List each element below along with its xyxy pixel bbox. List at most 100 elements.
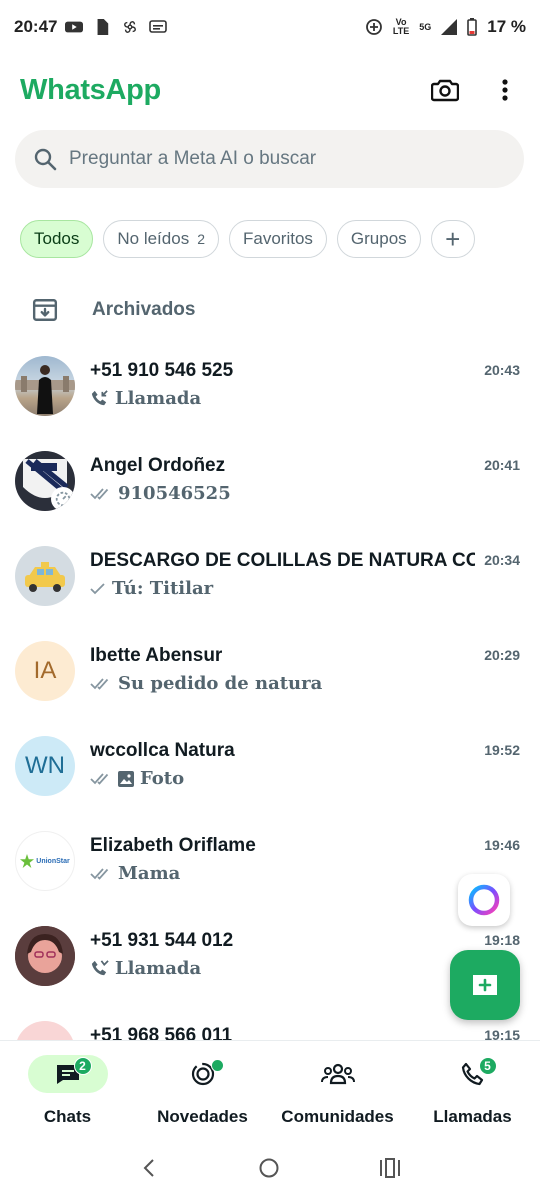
nav-llamadas[interactable]: 5 Llamadas <box>405 1041 540 1135</box>
chat-name: Angel Ordoñez <box>90 455 226 476</box>
home-icon[interactable] <box>258 1157 280 1179</box>
nav-comunidades[interactable]: Comunidades <box>270 1041 405 1135</box>
data-saver-icon <box>365 19 382 35</box>
network-type: Vo LTE <box>392 17 410 36</box>
new-chat-button[interactable] <box>450 950 520 1020</box>
avatar[interactable] <box>15 451 75 511</box>
photo-icon <box>118 770 134 787</box>
add-filter-button[interactable]: + <box>430 220 475 258</box>
chat-preview: Mama <box>90 863 180 884</box>
youtube-icon <box>65 21 84 33</box>
avatar[interactable] <box>15 356 75 416</box>
updates-dot <box>210 1059 224 1072</box>
meta-ai-button[interactable] <box>458 874 510 926</box>
chat-item[interactable]: +51 910 546 525 20:43 Llamada <box>0 356 540 451</box>
recents-icon[interactable] <box>379 1157 401 1178</box>
app-header: WhatsApp <box>0 62 540 118</box>
nav-chats[interactable]: 2 Chats <box>0 1041 135 1135</box>
chat-item[interactable]: IA Ibette Abensur 20:29 Su pedido de nat… <box>0 641 540 736</box>
person-photo-icon <box>15 365 75 414</box>
camera-icon <box>431 79 459 102</box>
avatar[interactable]: IA <box>15 641 75 701</box>
archived-row[interactable]: Archivados <box>0 284 540 336</box>
new-chat-icon <box>473 975 497 995</box>
chat-item[interactable]: Angel Ordoñez 20:41 910546525 <box>0 451 540 546</box>
missed-call-icon <box>91 960 109 976</box>
battery-level: 17 % <box>487 17 526 36</box>
chats-badge: 2 <box>73 1057 92 1075</box>
filter-todos[interactable]: Todos <box>20 220 94 258</box>
chat-item[interactable]: WN wccollca Natura 19:52 Foto <box>0 736 540 831</box>
double-check-icon <box>90 677 109 690</box>
person-photo-icon <box>15 926 75 986</box>
chat-time: 20:43 <box>484 362 520 378</box>
avatar[interactable]: UnionStar <box>15 831 75 891</box>
double-check-icon <box>90 867 109 880</box>
star-logo-icon <box>20 854 35 868</box>
chat-name: Elizabeth Oriflame <box>90 835 256 856</box>
chat-name: +51 910 546 525 <box>90 360 234 381</box>
avatar[interactable] <box>15 546 75 606</box>
chat-item[interactable]: DESCARGO DE COLILLAS DE NATURA CO 20:34 … <box>0 546 540 641</box>
status-time: 20:47 <box>14 17 58 36</box>
nav-label: Novedades <box>157 1107 248 1126</box>
avatar[interactable] <box>15 1021 75 1040</box>
chat-name: +51 968 566 011 <box>90 1025 233 1040</box>
back-icon[interactable] <box>139 1158 159 1178</box>
battery-icon <box>467 18 478 36</box>
single-check-icon <box>90 582 105 594</box>
communities-icon <box>320 1063 355 1085</box>
calls-badge: 5 <box>478 1057 497 1075</box>
archived-label: Archivados <box>92 299 196 320</box>
chat-item[interactable]: +51 968 566 011 19:15 <box>0 1021 540 1040</box>
avatar-initials: WN <box>25 752 65 779</box>
search-bar[interactable]: Preguntar a Meta AI o buscar <box>15 130 524 188</box>
chat-name: DESCARGO DE COLILLAS DE NATURA CO <box>90 550 475 571</box>
avatar[interactable]: WN <box>15 736 75 796</box>
meta-ai-ring-icon <box>468 884 500 916</box>
taxi-icon <box>25 562 65 592</box>
pinwheel-icon <box>124 21 137 33</box>
bottom-navigation: 2 Chats Novedades Comunidades 5 Llamadas <box>0 1040 540 1135</box>
network-gen: 5G <box>419 22 432 32</box>
chat-preview: Llamada <box>90 958 201 979</box>
plus-icon: + <box>445 223 461 254</box>
avatar[interactable] <box>15 926 75 986</box>
chat-preview: Foto <box>90 768 184 789</box>
filter-favoritos[interactable]: Favoritos <box>229 220 327 258</box>
more-vertical-icon <box>502 79 508 101</box>
chat-preview: Su pedido de natura <box>90 673 322 694</box>
message-icon <box>149 20 168 33</box>
status-ring-icon <box>51 487 75 511</box>
nav-novedades[interactable]: Novedades <box>135 1041 270 1135</box>
chat-preview: Llamada <box>90 388 201 409</box>
chat-time: 19:46 <box>484 837 520 853</box>
chat-name: +51 931 544 012 <box>90 930 234 951</box>
chat-time: 20:41 <box>484 457 520 473</box>
camera-button[interactable] <box>430 75 460 105</box>
chat-time: 19:18 <box>484 932 520 948</box>
incoming-call-icon <box>91 390 108 406</box>
unread-count: 2 <box>197 231 205 247</box>
chat-preview: Tú: Titilar <box>90 578 213 599</box>
nav-label: Llamadas <box>433 1107 512 1126</box>
double-check-icon <box>90 772 109 785</box>
filter-no-leidos[interactable]: No leídos 2 <box>103 220 219 258</box>
filter-chips: Todos No leídos 2 Favoritos Grupos + <box>20 220 475 258</box>
filter-grupos[interactable]: Grupos <box>336 220 421 258</box>
chat-name: Ibette Abensur <box>90 645 223 666</box>
archive-icon <box>32 299 58 321</box>
double-check-icon <box>90 487 109 500</box>
signal-icon <box>441 19 458 35</box>
chat-time: 19:52 <box>484 742 520 758</box>
search-placeholder: Preguntar a Meta AI o buscar <box>69 148 317 169</box>
unionstar-logo: UnionStar <box>20 854 70 868</box>
status-bar: 20:47 Vo LTE 5G 17 % <box>0 0 540 54</box>
nav-label: Chats <box>43 1107 92 1126</box>
search-icon <box>34 148 57 171</box>
sim-icon <box>98 19 109 35</box>
chat-preview: 910546525 <box>90 483 231 504</box>
more-options-button[interactable] <box>490 75 520 105</box>
nav-label: Comunidades <box>281 1107 394 1126</box>
chat-time: 20:29 <box>484 647 520 663</box>
